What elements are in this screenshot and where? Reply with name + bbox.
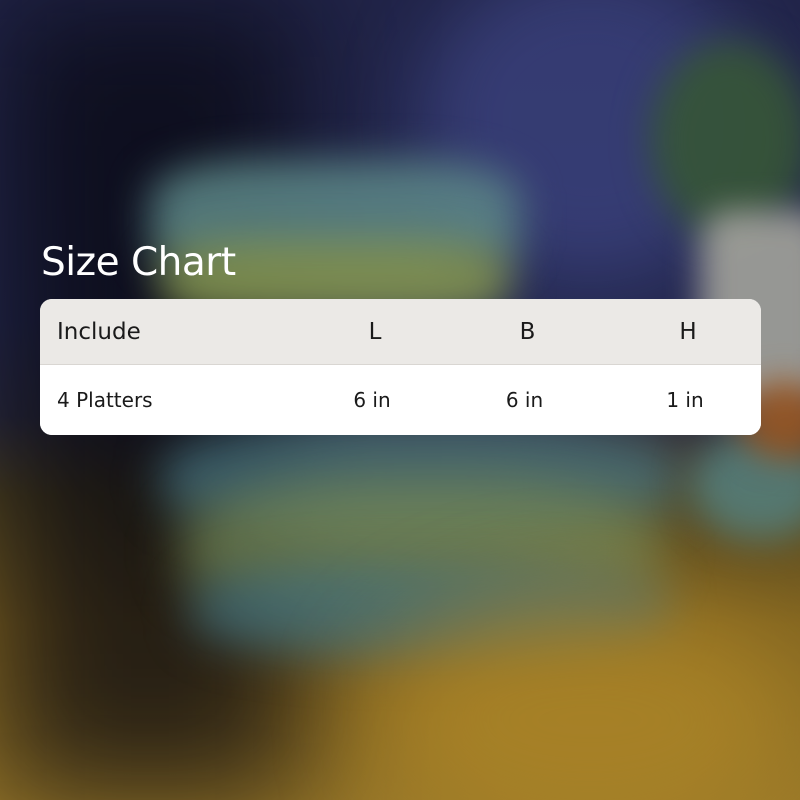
size-chart-table: Include L B H 4 Platters 6 in 6 in 1 in [40, 299, 761, 435]
table-header-row: Include L B H [40, 299, 761, 365]
table-row: 4 Platters 6 in 6 in 1 in [40, 365, 761, 435]
column-header-include: Include [57, 318, 141, 345]
background-photo: Size Chart Include L B H 4 Platters 6 in… [0, 0, 800, 800]
cell-length: 6 in [353, 388, 391, 412]
column-header-breadth: B [519, 318, 536, 345]
page-title: Size Chart [41, 240, 236, 285]
cell-height: 1 in [666, 388, 704, 412]
column-header-length: L [368, 318, 382, 345]
cell-include: 4 Platters [57, 388, 153, 412]
column-header-height: H [679, 318, 697, 345]
cell-breadth: 6 in [505, 388, 544, 412]
